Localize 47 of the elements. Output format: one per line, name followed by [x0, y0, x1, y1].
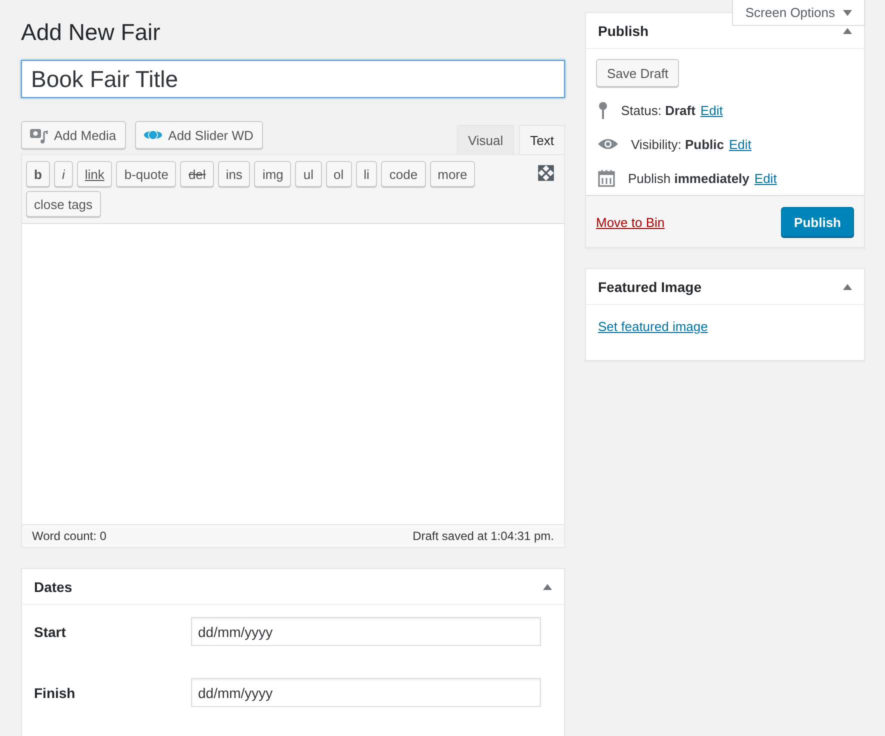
editor-tab[interactable]: Text	[519, 125, 565, 154]
quicktag-button[interactable]: close tags	[26, 191, 101, 217]
globe-icon	[144, 129, 162, 141]
panel-title: Publish	[598, 22, 649, 38]
quicktag-button[interactable]: li	[356, 161, 378, 187]
date-field[interactable]: dd/mm/yyyy	[191, 617, 541, 646]
word-count: Word count: 0	[32, 529, 106, 543]
publish-button[interactable]: Publish	[781, 207, 854, 237]
quicktag-button[interactable]: b-quote	[116, 161, 176, 187]
quicktag-button[interactable]: code	[381, 161, 426, 187]
publish-setting-text: Publish immediately	[628, 170, 750, 186]
set-featured-image-link[interactable]: Set featured image	[598, 319, 708, 334]
quicktag-button[interactable]: ul	[295, 161, 322, 187]
pin-icon	[598, 101, 608, 119]
quicktag-button[interactable]: del	[180, 161, 214, 187]
edit-link[interactable]: Edit	[700, 102, 723, 118]
move-to-bin-link[interactable]: Move to Bin	[596, 214, 665, 230]
quicktag-button[interactable]: i	[54, 161, 73, 187]
draft-saved-status: Draft saved at 1:04:31 pm.	[412, 529, 554, 543]
page-title: Add New Fair	[21, 18, 162, 47]
eye-icon	[598, 138, 618, 150]
publish-setting-text: Status: Draft	[621, 102, 696, 118]
calendar-icon	[598, 169, 615, 187]
panel-title: Dates	[34, 578, 72, 594]
date-field[interactable]: dd/mm/yyyy	[191, 678, 541, 707]
quicktag-button[interactable]: more	[430, 161, 476, 187]
quicktag-button[interactable]: ol	[326, 161, 352, 187]
field-label: Start	[34, 624, 67, 640]
camera-music-icon	[30, 126, 48, 144]
collapse-toggle-icon[interactable]	[843, 284, 852, 290]
publish-setting-text: Visibility: Public	[631, 136, 724, 152]
panel-title: Featured Image	[598, 278, 702, 294]
quicktag-button[interactable]: link	[76, 161, 112, 187]
field-label: Finish	[34, 684, 76, 700]
save-draft-button[interactable]: Save Draft	[596, 59, 680, 87]
title-field[interactable]: Book Fair Title	[21, 60, 565, 98]
editor-tab[interactable]: Visual	[456, 125, 514, 154]
quicktag-button[interactable]: b	[26, 161, 50, 187]
media-button[interactable]: Add Media	[21, 121, 126, 149]
edit-link[interactable]: Edit	[728, 136, 752, 152]
caret-icon	[843, 10, 852, 16]
media-button[interactable]: Add Slider WD	[135, 121, 264, 149]
quicktag-button[interactable]: ins	[218, 161, 250, 187]
edit-link[interactable]: Edit	[754, 170, 777, 186]
quicktag-button[interactable]: img	[254, 161, 292, 187]
screen-options-tab[interactable]: Screen Options	[732, 0, 865, 26]
collapse-toggle-icon[interactable]	[543, 584, 552, 590]
